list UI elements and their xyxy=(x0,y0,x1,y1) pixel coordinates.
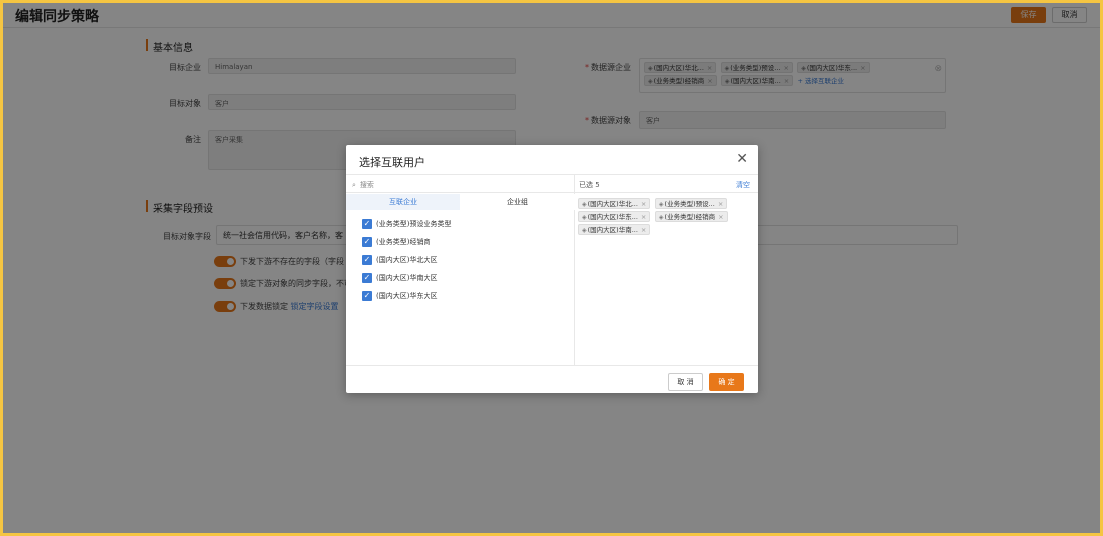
selected-tags: ◈(国内大区)华北... × ◈(业务类型)预设... × ◈(国内大区)华东...… xyxy=(578,197,756,236)
remove-tag-icon[interactable]: × xyxy=(718,213,723,221)
search-input[interactable]: ⌕ 搜索 xyxy=(346,175,575,193)
app-frame: 编辑同步策略 保存 取消 基本信息 目标企业 Himalayan 目标对象 客户… xyxy=(3,3,1100,533)
tab-group[interactable]: 企业组 xyxy=(460,194,575,210)
selected-count: 已选 5 xyxy=(575,175,758,193)
remove-tag-icon[interactable]: × xyxy=(641,200,646,208)
select-user-modal: 选择互联用户 ✕ ⌕ 搜索 互联企业 企业组 ✓ (业务类型)预设业务类型 ✓ (业务… xyxy=(346,145,758,393)
checkbox[interactable]: ✓ xyxy=(362,291,372,301)
list-item[interactable]: ✓ (国内大区)华东大区 xyxy=(362,291,437,301)
clear-link[interactable]: 清空 xyxy=(736,180,750,190)
modal-confirm-button[interactable]: 确 定 xyxy=(709,373,744,391)
selected-tag[interactable]: ◈(业务类型)预设... × xyxy=(654,198,728,209)
tag-icon: ◈ xyxy=(582,214,587,221)
remove-tag-icon[interactable]: × xyxy=(641,213,646,221)
right-pane: 已选 5 清空 ◈(国内大区)华北... × ◈(业务类型)预设... × ◈(国内… xyxy=(575,175,758,365)
checkbox[interactable]: ✓ xyxy=(362,273,372,283)
close-icon[interactable]: ✕ xyxy=(736,151,748,167)
tab-company[interactable]: 互联企业 xyxy=(346,194,460,210)
selected-tag[interactable]: ◈(国内大区)华南... × xyxy=(578,224,651,235)
list-item[interactable]: ✓ (业务类型)经销商 xyxy=(362,237,430,247)
selected-tag[interactable]: ◈(业务类型)经销商 × xyxy=(654,211,728,222)
list-item[interactable]: ✓ (业务类型)预设业务类型 xyxy=(362,219,451,229)
list-item[interactable]: ✓ (国内大区)华北大区 xyxy=(362,255,437,265)
search-icon: ⌕ xyxy=(352,181,356,189)
remove-tag-icon[interactable]: × xyxy=(641,226,646,234)
modal-title: 选择互联用户 xyxy=(359,156,425,169)
list-item[interactable]: ✓ (国内大区)华南大区 xyxy=(362,273,437,283)
modal-cancel-button[interactable]: 取 消 xyxy=(668,373,703,391)
tag-icon: ◈ xyxy=(582,201,587,208)
tag-icon: ◈ xyxy=(658,214,664,221)
remove-tag-icon[interactable]: × xyxy=(718,200,723,208)
checkbox[interactable]: ✓ xyxy=(362,237,372,247)
checkbox[interactable]: ✓ xyxy=(362,255,372,265)
tag-icon: ◈ xyxy=(658,201,664,208)
search-placeholder: 搜索 xyxy=(359,181,374,189)
tag-icon: ◈ xyxy=(582,227,587,234)
modal-footer: 取 消 确 定 xyxy=(346,365,758,393)
left-pane: ⌕ 搜索 互联企业 企业组 ✓ (业务类型)预设业务类型 ✓ (业务类型)经销商 ✓(… xyxy=(346,175,575,365)
selected-tag[interactable]: ◈(国内大区)华东... × xyxy=(578,211,651,222)
selected-tag[interactable]: ◈(国内大区)华北... × xyxy=(578,198,651,209)
checkbox[interactable]: ✓ xyxy=(362,219,372,229)
